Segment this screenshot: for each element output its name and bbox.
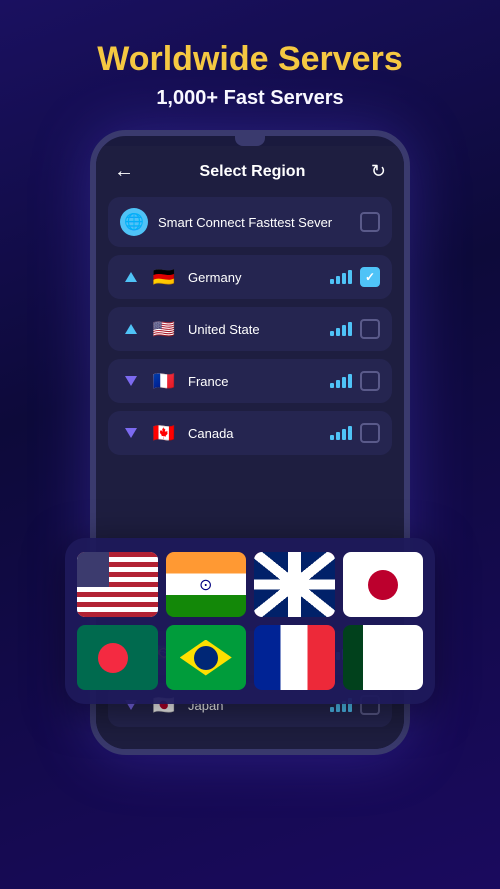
checkbox-france[interactable] — [360, 371, 380, 391]
flag-canada-item: 🇨🇦 — [150, 423, 178, 443]
phone-navbar: ← Select Region ↻ — [96, 146, 404, 193]
flag-grid-overlay — [65, 538, 435, 704]
flag-cell-us[interactable] — [77, 552, 158, 617]
flag-cell-pakistan[interactable] — [343, 625, 424, 690]
bar4 — [348, 322, 352, 336]
checkbox-canada[interactable] — [360, 423, 380, 443]
server-name-france: France — [188, 374, 330, 389]
expand-us — [120, 318, 142, 340]
signal-france — [330, 374, 352, 388]
signal-us — [330, 322, 352, 336]
expand-france — [120, 370, 142, 392]
bar1 — [330, 331, 334, 336]
bar4 — [348, 374, 352, 388]
bar2 — [336, 432, 340, 440]
signal-germany — [330, 270, 352, 284]
phone-notch — [235, 136, 265, 146]
checkbox-us[interactable] — [360, 319, 380, 339]
bar2 — [336, 276, 340, 284]
bar4 — [348, 426, 352, 440]
checkbox-germany[interactable]: ✓ — [360, 267, 380, 287]
main-subtitle: 1,000+ Fast Servers — [20, 87, 480, 110]
triangle-up-icon — [125, 324, 137, 334]
brazil-circle — [194, 646, 218, 670]
flag-cell-japan[interactable] — [343, 552, 424, 617]
server-item-us[interactable]: 🇺🇸 United State — [108, 307, 392, 351]
server-item-france[interactable]: 🇫🇷 France — [108, 359, 392, 403]
flag-cell-uk[interactable] — [254, 552, 335, 617]
bar2 — [336, 328, 340, 336]
flag-cell-brazil[interactable] — [166, 625, 247, 690]
server-name-canada: Canada — [188, 426, 330, 441]
bar2 — [336, 704, 340, 712]
flag-grid — [77, 552, 423, 690]
bar1 — [330, 435, 334, 440]
server-name-us: United State — [188, 322, 330, 337]
triangle-down-icon — [125, 428, 137, 438]
flag-us-item: 🇺🇸 — [150, 319, 178, 339]
header-section: Worldwide Servers 1,000+ Fast Servers — [0, 0, 500, 130]
main-title: Worldwide Servers — [20, 40, 480, 79]
bar1 — [330, 707, 334, 712]
bar3 — [342, 377, 346, 388]
bar2 — [336, 380, 340, 388]
flag-france-item: 🇫🇷 — [150, 371, 178, 391]
server-item-germany[interactable]: 🇩🇪 Germany ✓ — [108, 255, 392, 299]
checkbox-smart[interactable] — [360, 212, 380, 232]
bar3 — [342, 325, 346, 336]
bar3 — [342, 429, 346, 440]
flag-cell-india[interactable] — [166, 552, 247, 617]
signal-canada — [330, 426, 352, 440]
check-icon: ✓ — [365, 270, 375, 284]
server-item-canada[interactable]: 🇨🇦 Canada — [108, 411, 392, 455]
triangle-up-icon — [125, 272, 137, 282]
globe-icon: 🌐 — [120, 208, 148, 236]
back-button[interactable]: ← — [114, 160, 134, 183]
bar1 — [330, 279, 334, 284]
server-list: 🌐 Smart Connect Fasttest Sever 🇩🇪 German… — [96, 193, 404, 467]
server-name-smart: Smart Connect Fasttest Sever — [158, 215, 360, 230]
triangle-down-icon — [125, 376, 137, 386]
flag-cell-bangladesh[interactable] — [77, 625, 158, 690]
flag-germany: 🇩🇪 — [150, 267, 178, 287]
server-item-smart[interactable]: 🌐 Smart Connect Fasttest Sever — [108, 197, 392, 247]
bar4 — [348, 270, 352, 284]
expand-canada — [120, 422, 142, 444]
navbar-title: Select Region — [200, 163, 306, 181]
bar1 — [330, 383, 334, 388]
flag-cell-france[interactable] — [254, 625, 335, 690]
refresh-button[interactable]: ↻ — [371, 161, 386, 182]
expand-germany — [120, 266, 142, 288]
bar3 — [342, 273, 346, 284]
server-name-germany: Germany — [188, 270, 330, 285]
